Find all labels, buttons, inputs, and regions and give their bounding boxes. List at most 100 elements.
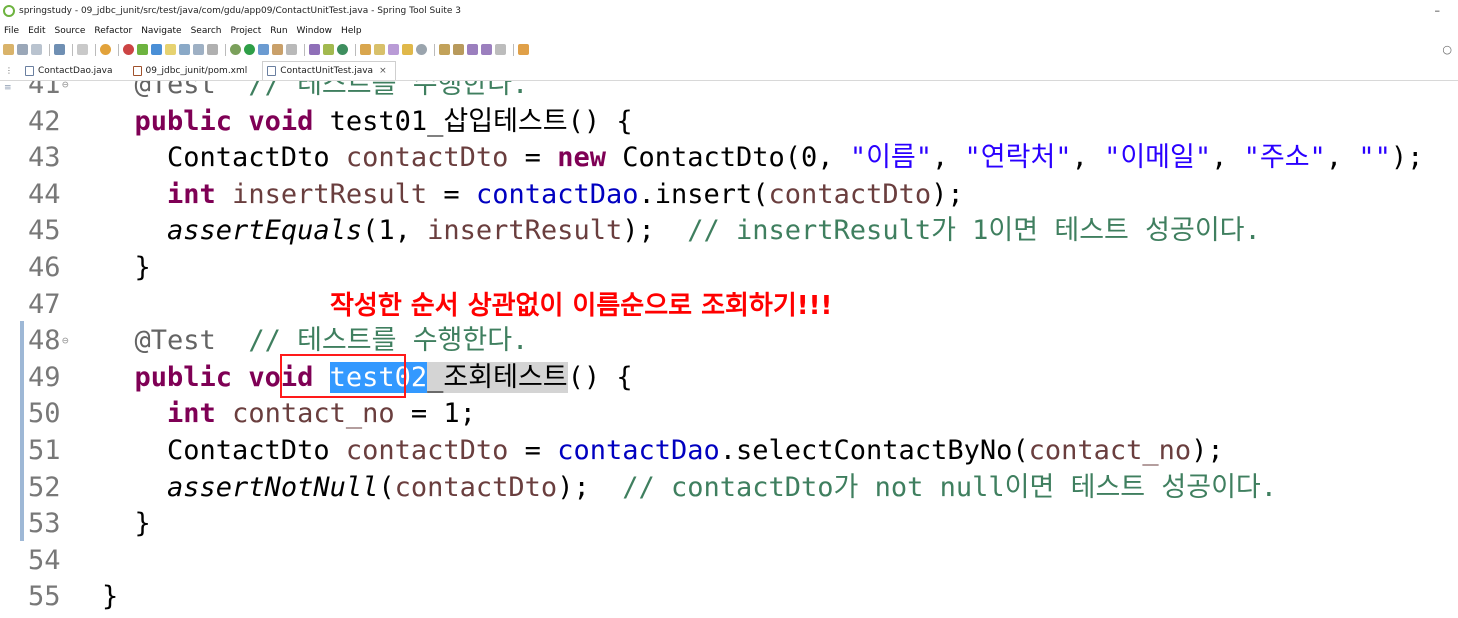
code-line[interactable]: 54 xyxy=(18,543,1458,579)
code-line[interactable]: 41 ⊖ @Test // 테스트를 수행한다. xyxy=(18,81,1458,103)
code-line[interactable]: 44 int insertResult = contactDao.insert(… xyxy=(18,177,1458,213)
code-token: } xyxy=(102,252,151,283)
paragraph-icon[interactable] xyxy=(207,44,218,55)
new-java-package-icon[interactable] xyxy=(272,44,283,55)
toolbar-separator xyxy=(355,43,356,56)
stop-icon[interactable] xyxy=(123,44,134,55)
terminal-icon[interactable] xyxy=(54,44,65,55)
code-text: } xyxy=(102,579,118,615)
menu-help[interactable]: Help xyxy=(341,26,362,36)
code-line[interactable]: 45 assertEquals(1, insertResult); // ins… xyxy=(18,213,1458,249)
close-tab-icon[interactable]: × xyxy=(379,66,387,76)
menu-edit[interactable]: Edit xyxy=(28,26,45,36)
run-icon[interactable] xyxy=(244,44,255,55)
toggle-mark-icon[interactable] xyxy=(179,44,190,55)
skip-breakpoints-icon[interactable] xyxy=(77,44,88,55)
back-icon[interactable] xyxy=(481,44,492,55)
quick-access-icon[interactable]: ○ xyxy=(1442,43,1452,56)
folder-icon[interactable] xyxy=(402,44,413,55)
run-external-icon[interactable] xyxy=(258,44,269,55)
show-whitespace-icon[interactable] xyxy=(193,44,204,55)
view-menu-icon[interactable]: ⋮ xyxy=(5,66,13,75)
code-editor[interactable]: 41 ⊖ @Test // 테스트를 수행한다. 42 public void te… xyxy=(18,81,1458,618)
code-token: assertEquals xyxy=(167,215,363,247)
code-line[interactable]: 48 ⊖ @Test // 테스트를 수행한다. xyxy=(18,323,1458,359)
tab-pom-xml[interactable]: 09_jdbc_junit/pom.xml xyxy=(128,61,257,80)
annotation-icon[interactable] xyxy=(374,44,385,55)
code-token: insertResult xyxy=(232,178,428,210)
debug-icon[interactable] xyxy=(230,44,241,55)
open-type-icon[interactable] xyxy=(151,44,162,55)
maven-file-icon xyxy=(132,66,142,76)
code-token: , xyxy=(1071,142,1105,174)
code-token: ); xyxy=(1390,142,1424,174)
last-edit-icon[interactable] xyxy=(467,44,478,55)
forward-icon[interactable] xyxy=(495,44,506,55)
code-line[interactable]: 53 } xyxy=(18,506,1458,542)
code-line[interactable]: 51 ContactDto contactDto = contactDao.se… xyxy=(18,433,1458,469)
highlight-icon[interactable] xyxy=(165,44,176,55)
outline-marker-icon: ≡ xyxy=(4,83,12,93)
save-all-icon[interactable] xyxy=(31,44,42,55)
tab-contactdao[interactable]: ContactDao.java xyxy=(20,61,122,80)
next-annotation-icon[interactable] xyxy=(439,44,450,55)
global-icon[interactable] xyxy=(337,44,348,55)
fold-toggle-icon[interactable]: ⊖ xyxy=(62,323,69,359)
code-token: @Test xyxy=(134,81,216,100)
highlight-box xyxy=(280,354,406,398)
minimize-button[interactable]: – xyxy=(1435,4,1441,17)
menu-refactor[interactable]: Refactor xyxy=(94,26,132,36)
spring-icon[interactable] xyxy=(137,44,148,55)
open-folder-icon[interactable] xyxy=(360,44,371,55)
editor-tab-bar: ⋮ ContactDao.java 09_jdbc_junit/pom.xml … xyxy=(0,60,1458,81)
code-line[interactable]: 43 ContactDto contactDto = new ContactDt… xyxy=(18,140,1458,176)
menu-navigate[interactable]: Navigate xyxy=(141,26,181,36)
search-icon[interactable] xyxy=(323,44,334,55)
line-number: 44 xyxy=(28,178,61,210)
new-class-icon[interactable] xyxy=(286,44,297,55)
code-token: = 1; xyxy=(394,398,476,430)
code-line[interactable]: 52 assertNotNull(contactDto); // contact… xyxy=(18,470,1458,506)
menu-project[interactable]: Project xyxy=(230,26,261,36)
tab-contactunittest[interactable]: ContactUnitTest.java × xyxy=(262,61,396,80)
menu-search[interactable]: Search xyxy=(191,26,222,36)
line-number: 42 xyxy=(28,105,61,137)
open-task-icon[interactable] xyxy=(309,44,320,55)
pin-editor-icon[interactable] xyxy=(518,44,529,55)
code-token: // 테스트를 수행한다. xyxy=(248,325,529,357)
code-line[interactable]: 55} xyxy=(18,579,1458,615)
code-line[interactable]: 42 public void test01_삽입테스트() { xyxy=(18,104,1458,140)
code-token: ); xyxy=(557,471,623,503)
code-line[interactable]: 50 int contact_no = 1; xyxy=(18,396,1458,432)
new-icon[interactable] xyxy=(3,44,14,55)
boot-dashboard-icon[interactable] xyxy=(100,44,111,55)
code-token: contactDao xyxy=(475,178,639,210)
code-token: new xyxy=(557,142,606,174)
view-icon[interactable] xyxy=(416,44,427,55)
save-icon[interactable] xyxy=(17,44,28,55)
code-token: contactDao xyxy=(557,435,720,466)
code-line[interactable]: 49 public void test02_조회테스트() { xyxy=(18,360,1458,396)
menu-run[interactable]: Run xyxy=(270,26,287,36)
code-line[interactable]: 46 } xyxy=(18,250,1458,286)
fold-toggle-icon[interactable]: ⊖ xyxy=(62,81,69,103)
title-bar: springstudy - 09_jdbc_junit/src/test/jav… xyxy=(0,0,1458,22)
menu-file[interactable]: File xyxy=(4,26,19,36)
pencil-icon[interactable] xyxy=(388,44,399,55)
menu-source[interactable]: Source xyxy=(55,26,86,36)
toolbar-separator xyxy=(72,43,73,56)
menu-window[interactable]: Window xyxy=(297,26,333,36)
tab-label: ContactUnitTest.java xyxy=(280,66,374,76)
code-token: , xyxy=(1325,142,1359,174)
code-token: contact_no xyxy=(232,398,395,430)
tab-label: ContactDao.java xyxy=(38,66,113,76)
previous-annotation-icon[interactable] xyxy=(453,44,464,55)
